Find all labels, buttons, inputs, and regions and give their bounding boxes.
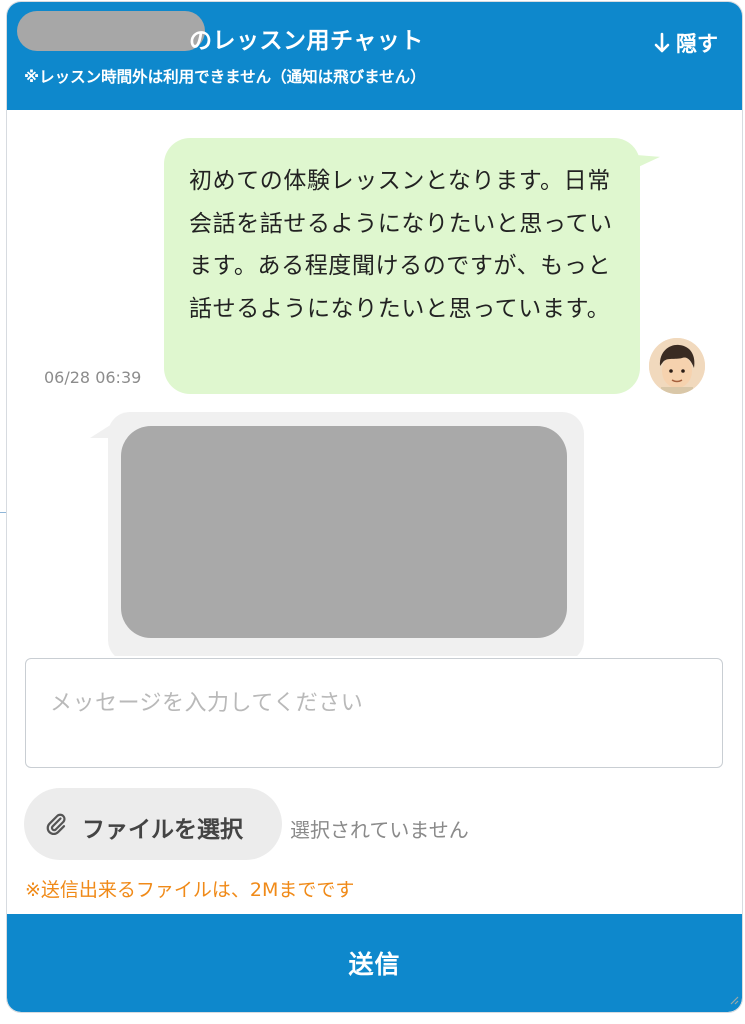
hide-label: 隠す (676, 32, 718, 56)
choose-file-button[interactable]: ファイルを選択 (24, 788, 282, 860)
hide-button[interactable]: 隠す (654, 28, 718, 58)
send-button[interactable]: 送信 (7, 914, 742, 1012)
bubble-tail (90, 424, 112, 438)
redacted-teacher-name (17, 11, 205, 51)
message-timestamp: 06/28 06:39 (44, 368, 142, 387)
message-input[interactable] (25, 658, 723, 768)
resize-grip-icon[interactable] (729, 990, 739, 1009)
other-message-bubble (90, 412, 584, 656)
choose-file-label: ファイルを選択 (82, 817, 243, 843)
chat-subtitle: ※レッスン時間外は利用できません（通知は飛びません） (24, 68, 426, 86)
chat-widget: のレッスン用チャット ※レッスン時間外は利用できません（通知は飛びません） 隠す… (7, 2, 742, 1012)
redacted-message-content (121, 426, 567, 638)
chat-header: のレッスン用チャット ※レッスン時間外は利用できません（通知は飛びません） 隠す (7, 2, 742, 110)
bubble-tail (638, 144, 660, 168)
message-text: 初めての体験レッスンとなります。日常会話を話せるようになりたいと思っています。あ… (189, 168, 613, 322)
my-message-bubble: 初めての体験レッスンとなります。日常会話を話せるようになりたいと思っています。あ… (164, 138, 660, 394)
message-list[interactable]: 初めての体験レッスンとなります。日常会話を話せるようになりたいと思っています。あ… (7, 110, 742, 656)
file-status: 選択されていません (290, 818, 469, 842)
file-size-note: ※送信出来るファイルは、2Mまでです (25, 879, 355, 901)
chat-title: のレッスン用チャット (189, 28, 424, 54)
user-avatar (649, 338, 705, 394)
arrow-down-icon (654, 32, 670, 54)
